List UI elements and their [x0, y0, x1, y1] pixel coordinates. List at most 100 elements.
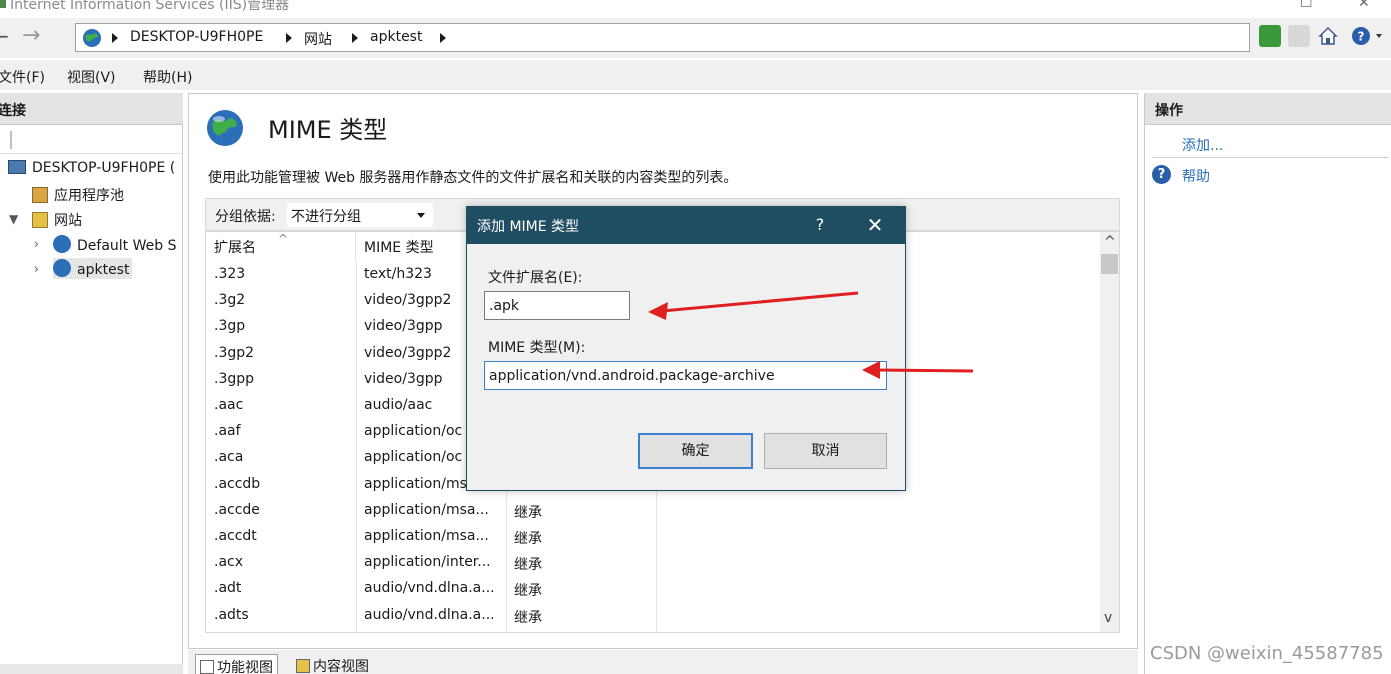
- menu-file[interactable]: 文件(F): [0, 67, 45, 87]
- chevron-down-icon: [417, 213, 425, 218]
- table-row[interactable]: .adt audio/vnd.dlna.a... 继承: [206, 576, 1106, 602]
- scroll-up-icon[interactable]: ^: [1104, 234, 1116, 250]
- cell-extension: .3gp2: [214, 344, 255, 361]
- actions-divider: [1152, 157, 1389, 158]
- extension-label: 文件扩展名(E):: [488, 270, 583, 286]
- table-row[interactable]: .accde application/msa... 继承: [206, 498, 1106, 524]
- watermark-text: CSDN @weixin_45587785: [1150, 643, 1384, 664]
- cell-entry-type: 继承: [514, 531, 542, 547]
- cell-extension: .323: [214, 266, 246, 282]
- cancel-button[interactable]: 取消: [764, 433, 887, 469]
- scroll-down-icon[interactable]: v: [1104, 610, 1112, 626]
- address-bar[interactable]: DESKTOP-U9FH0PE 网站 apktest: [75, 23, 1250, 52]
- tree-expand-icon[interactable]: ›: [34, 237, 39, 251]
- cell-extension: .3gpp: [214, 370, 255, 387]
- home-icon[interactable]: [1317, 25, 1339, 47]
- crumb-separator-icon: [440, 33, 446, 43]
- connections-scrollbar[interactable]: [0, 664, 183, 674]
- stop-icon[interactable]: [1288, 25, 1310, 47]
- connections-panel: 连接: [0, 93, 183, 674]
- crumb-separator-icon: [286, 33, 292, 43]
- back-arrow-icon[interactable]: ←: [0, 25, 14, 47]
- page-description: 使用此功能管理被 Web 服务器用作静态文件的文件扩展名和关联的内容类型的列表。: [208, 170, 738, 186]
- dialog-close-icon[interactable]: ✕: [860, 212, 890, 238]
- action-add-link[interactable]: 添加...: [1182, 135, 1223, 155]
- cell-entry-type: 继承: [514, 583, 542, 600]
- table-row[interactable]: .acx application/inter... 继承: [206, 550, 1106, 576]
- crumb-separator-icon: [352, 33, 358, 43]
- window-title-bar: Internet Information Services (IIS)管理器 ☐…: [0, 0, 1391, 18]
- menu-view[interactable]: 视图(V): [67, 67, 116, 87]
- app-pool-icon: [32, 187, 48, 203]
- tab-features-view[interactable]: 功能视图: [195, 654, 278, 674]
- cell-extension: .adts: [214, 606, 249, 623]
- cell-mime-type: application/inter...: [364, 554, 491, 571]
- globe-icon: [82, 28, 102, 52]
- tab-content-view[interactable]: 内容视图: [292, 654, 373, 674]
- mime-type-label: MIME 类型(M):: [488, 340, 586, 356]
- svg-text:?: ?: [1358, 30, 1365, 44]
- cell-extension: .3g2: [214, 292, 246, 309]
- tree-item-server[interactable]: DESKTOP-U9FH0PE (: [8, 160, 175, 176]
- cell-entry-type: 继承: [514, 609, 542, 626]
- group-by-select[interactable]: 不进行分组: [287, 203, 433, 227]
- server-icon: [8, 160, 26, 174]
- tree-item-sites[interactable]: 网站: [32, 210, 82, 230]
- cell-extension: .aaf: [214, 423, 241, 440]
- page-title: MIME 类型: [268, 116, 388, 144]
- menu-help[interactable]: 帮助(H): [143, 67, 192, 87]
- ok-button[interactable]: 确定: [638, 433, 753, 469]
- window-title: Internet Information Services (IIS)管理器: [10, 0, 290, 13]
- tree-expand-icon[interactable]: ›: [34, 262, 39, 276]
- sort-ascending-icon: ^: [278, 232, 289, 246]
- tree-collapse-icon[interactable]: ▼: [9, 212, 18, 226]
- help-icon: ?: [1152, 165, 1171, 184]
- features-view-icon: [200, 660, 214, 674]
- cell-extension: .accdb: [214, 475, 261, 492]
- crumb-server[interactable]: DESKTOP-U9FH0PE: [130, 29, 263, 45]
- crumb-apktest[interactable]: apktest: [370, 29, 422, 45]
- cell-mime-type: application/msa...: [364, 528, 489, 544]
- tree-item-apktest[interactable]: apktest: [53, 258, 133, 279]
- tree-item-app-pools[interactable]: 应用程序池: [32, 185, 124, 205]
- cell-entry-type: 继承: [514, 504, 542, 521]
- iis-app-icon: [0, 0, 6, 8]
- cell-extension: .acx: [214, 554, 244, 571]
- column-header-extension[interactable]: 扩展名 ^: [206, 232, 356, 262]
- cell-mime-type: audio/vnd.dlna.a...: [364, 580, 495, 597]
- menu-bar: 文件(F) 视图(V) 帮助(H): [0, 60, 1391, 90]
- maximize-icon[interactable]: ☐: [1300, 0, 1313, 11]
- cell-extension: .aca: [214, 449, 244, 466]
- table-row[interactable]: .accdt application/msa... 继承: [206, 524, 1106, 550]
- tree-item-default-web-site[interactable]: Default Web S: [53, 235, 176, 254]
- scroll-thumb[interactable]: [1101, 254, 1118, 274]
- group-by-value: 不进行分组: [291, 209, 361, 225]
- dialog-help-icon[interactable]: ?: [810, 213, 830, 237]
- action-help-link[interactable]: 帮助: [1182, 166, 1210, 186]
- cell-mime-type: audio/vnd.dlna.a...: [364, 606, 495, 623]
- table-scrollbar[interactable]: ^ v: [1100, 232, 1119, 632]
- connections-toolbar: [0, 126, 183, 154]
- crumb-separator-icon: [112, 33, 118, 43]
- mime-type-input[interactable]: [484, 361, 887, 390]
- extension-input[interactable]: [484, 291, 630, 320]
- help-dropdown-icon[interactable]: ?: [1350, 25, 1384, 47]
- connections-header: 连接: [0, 93, 183, 125]
- forward-arrow-icon[interactable]: →: [22, 25, 50, 47]
- cell-extension: .accde: [214, 501, 260, 518]
- dialog-title: 添加 MIME 类型: [477, 219, 580, 235]
- cell-entry-type: 继承: [514, 557, 542, 574]
- globe-icon: [53, 235, 71, 253]
- refresh-icon[interactable]: [1259, 25, 1281, 47]
- mime-globe-icon: [205, 108, 245, 152]
- close-window-icon[interactable]: ✕: [1358, 0, 1370, 11]
- actions-header: 操作: [1145, 93, 1391, 125]
- globe-icon: [53, 259, 71, 277]
- table-row[interactable]: .adts audio/vnd.dlna.a... 继承: [206, 603, 1106, 629]
- content-view-icon: [296, 659, 310, 673]
- group-by-label: 分组依据:: [215, 209, 276, 225]
- cell-extension: .3gp: [214, 318, 246, 335]
- folder-icon: [32, 212, 48, 228]
- cell-extension: .aac: [214, 397, 244, 413]
- crumb-sites[interactable]: 网站: [304, 29, 332, 49]
